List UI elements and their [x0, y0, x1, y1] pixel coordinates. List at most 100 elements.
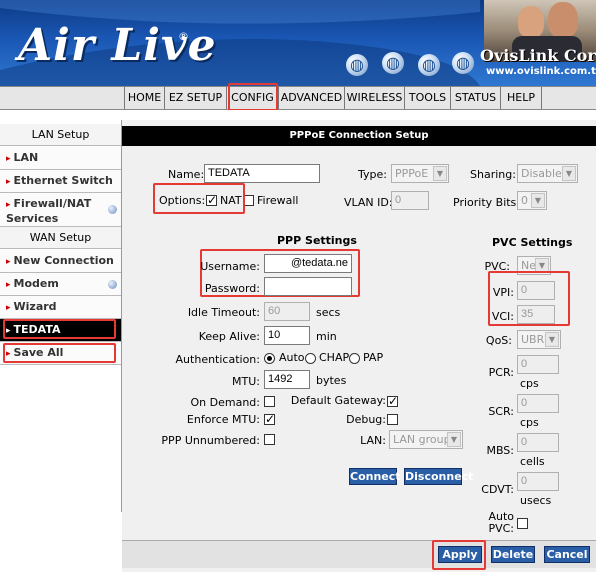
- top-nav: HOME EZ SETUP CONFIG ADVANCED WIRELESS T…: [0, 86, 596, 110]
- header-banner: Air Live ® ◍ ◍ ◍ ◍ OvisLink Corp. www.ov…: [0, 0, 596, 86]
- brand-name: OvisLink Corp.: [480, 46, 596, 65]
- sidebar: LAN Setup ▸LAN Configuration ▸Ethernet S…: [0, 120, 122, 512]
- sidebar-item-label: Save All: [13, 346, 64, 359]
- keep-alive-label: Keep Alive:: [198, 330, 260, 343]
- keep-alive-unit: min: [316, 330, 337, 343]
- vci-label: VCI:: [491, 310, 514, 323]
- qos-select[interactable]: UBR ▼: [517, 330, 561, 349]
- auth-chap-radio[interactable]: [305, 353, 316, 364]
- mtu-input[interactable]: 1492: [264, 370, 310, 389]
- globe-bullet-icon: [108, 280, 117, 289]
- sidebar-item-label: New Connection: [13, 254, 114, 267]
- page-title: PPPoE Connection Setup: [122, 126, 596, 146]
- idle-timeout-input[interactable]: 60: [264, 302, 310, 321]
- lan-group-select[interactable]: LAN group 1 ▼: [389, 430, 463, 449]
- pcr-input[interactable]: 0: [517, 355, 559, 374]
- vlan-label: VLAN ID:: [344, 196, 393, 209]
- sidebar-item-label: Modem: [13, 277, 59, 290]
- ppp-unnumbered-checkbox[interactable]: [264, 434, 275, 445]
- pvc-label: PVC:: [484, 260, 510, 273]
- firewall-label: Firewall: [257, 194, 299, 207]
- auth-auto-radio[interactable]: [264, 353, 275, 364]
- on-demand-checkbox[interactable]: [264, 396, 275, 407]
- nav-status[interactable]: STATUS: [450, 87, 500, 109]
- nav-home[interactable]: HOME: [124, 87, 164, 109]
- mbs-input[interactable]: 0: [517, 433, 559, 452]
- priority-select[interactable]: 0 ▼: [517, 191, 547, 210]
- nav-help[interactable]: HELP: [500, 87, 542, 109]
- priority-label: Priority Bits:: [453, 196, 520, 209]
- auth-pap-radio[interactable]: [349, 353, 360, 364]
- globe-icon-row: ◍ ◍ ◍ ◍: [346, 52, 476, 78]
- type-value: PPPoE: [395, 167, 429, 180]
- globe-icon: ◍: [382, 52, 404, 74]
- sidebar-item-modem[interactable]: ▸ Modem: [0, 273, 121, 296]
- priority-value: 0: [521, 194, 528, 207]
- nav-tools[interactable]: TOOLS: [404, 87, 450, 109]
- sharing-select[interactable]: Disable ▼: [517, 164, 578, 183]
- right-arrow-icon: ▸: [6, 177, 11, 187]
- vlan-input[interactable]: 0: [391, 191, 429, 210]
- options-label: Options:: [159, 194, 206, 207]
- password-input[interactable]: [264, 277, 352, 296]
- nav-config[interactable]: CONFIG: [226, 87, 278, 109]
- pvc-select[interactable]: New ▼: [517, 256, 551, 275]
- connect-button[interactable]: Connect: [349, 468, 401, 485]
- vpi-input[interactable]: 0: [517, 281, 555, 300]
- disconnect-button[interactable]: Disconnect: [404, 468, 473, 485]
- sidebar-item-lan-configuration[interactable]: ▸LAN Configuration: [0, 147, 121, 187]
- qos-value: UBR: [521, 333, 545, 346]
- sidebar-item-ethernet-switch[interactable]: ▸ Ethernet Switch: [0, 170, 121, 193]
- lan-setup-heading: LAN Setup: [0, 124, 121, 146]
- username-input[interactable]: @tedata.ne: [264, 254, 352, 273]
- idle-timeout-label: Idle Timeout:: [187, 306, 260, 319]
- delete-button[interactable]: Delete: [491, 546, 535, 563]
- sidebar-item-new-connection[interactable]: ▸ New Connection: [0, 250, 121, 273]
- enforce-mtu-label: Enforce MTU:: [186, 413, 260, 426]
- sidebar-item-wizard[interactable]: ▸ Wizard: [0, 296, 121, 319]
- pvc-settings-heading: PVC Settings: [492, 236, 573, 249]
- sidebar-item-label: Wizard: [13, 300, 57, 313]
- auth-pap-label: PAP: [363, 351, 384, 364]
- right-arrow-icon: ▸: [6, 349, 11, 359]
- auto-pvc-checkbox[interactable]: [517, 518, 528, 529]
- chevron-down-icon: ▼: [545, 332, 559, 347]
- type-select[interactable]: PPPoE ▼: [391, 164, 449, 183]
- sidebar-item-firewall-nat[interactable]: ▸ Firewall/NAT Services: [0, 193, 121, 227]
- chevron-down-icon: ▼: [433, 166, 447, 181]
- mbs-unit: cells: [520, 455, 545, 468]
- sidebar-item-save-all[interactable]: ▸ Save All: [0, 342, 121, 365]
- qos-label: QoS:: [485, 334, 512, 347]
- cancel-button[interactable]: Cancel: [544, 546, 590, 563]
- sidebar-item-tedata[interactable]: ▸ TEDATA: [0, 319, 121, 342]
- debug-label: Debug:: [346, 413, 386, 426]
- nav-advanced[interactable]: ADVANCED: [278, 87, 344, 109]
- sidebar-item-label: Ethernet Switch: [13, 174, 113, 187]
- cdvt-input[interactable]: 0: [517, 472, 559, 491]
- brand-url: www.ovislink.com.tw: [486, 66, 596, 77]
- enforce-mtu-checkbox[interactable]: ✓: [264, 413, 275, 425]
- name-label: Name:: [168, 168, 205, 181]
- name-input[interactable]: TEDATA: [204, 164, 320, 183]
- auth-auto-label: Auto: [279, 351, 305, 364]
- mbs-label: MBS:: [486, 444, 514, 457]
- sidebar-item-label: Services: [6, 212, 59, 225]
- authentication-label: Authentication:: [175, 353, 260, 366]
- nav-wireless[interactable]: WIRELESS: [344, 87, 404, 109]
- default-gateway-checkbox[interactable]: ✓: [387, 395, 398, 407]
- right-arrow-icon: ▸: [6, 326, 11, 336]
- registered-mark: ®: [178, 30, 189, 43]
- apply-button[interactable]: Apply: [438, 546, 482, 563]
- nat-checkbox[interactable]: ✓: [206, 194, 217, 206]
- username-label: Username:: [200, 260, 260, 273]
- wan-setup-heading: WAN Setup: [0, 227, 121, 249]
- scr-input[interactable]: 0: [517, 394, 559, 413]
- nav-ez-setup[interactable]: EZ SETUP: [164, 87, 226, 109]
- keep-alive-input[interactable]: 10: [264, 326, 310, 345]
- password-label: Password:: [204, 282, 260, 295]
- idle-timeout-unit: secs: [316, 306, 341, 319]
- debug-checkbox[interactable]: [387, 414, 398, 425]
- pcr-unit: cps: [520, 377, 539, 390]
- firewall-checkbox[interactable]: [243, 195, 254, 206]
- vci-input[interactable]: 35: [517, 305, 555, 324]
